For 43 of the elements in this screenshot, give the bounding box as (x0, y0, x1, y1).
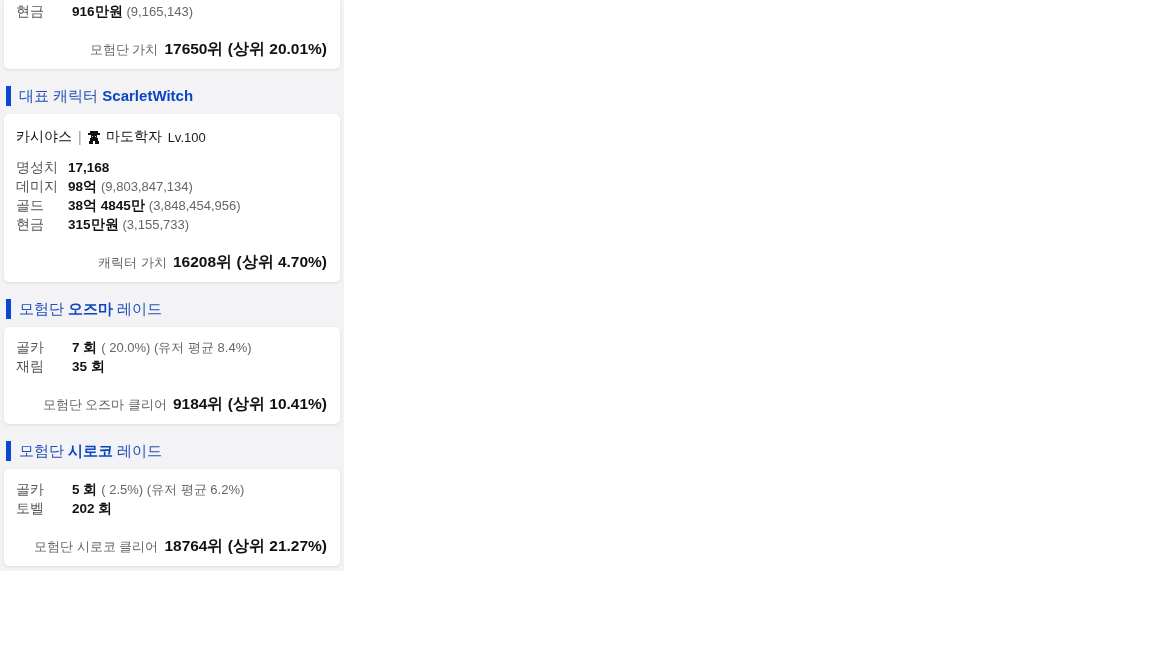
stat-value: 202 회 (72, 500, 113, 518)
section-title: 모험단 시로코 레이드 (19, 441, 163, 461)
stat-detail: ( 2.5%) (유저 평균 6.2%) (101, 481, 245, 499)
rank-value: 16208위 (상위 4.70%) (173, 252, 327, 272)
pixel-figure-icon (87, 130, 100, 144)
stat-value: 98억 (68, 178, 98, 196)
separator: | (78, 129, 82, 145)
class-name: 마도학자 (105, 128, 162, 146)
rank-label: 모험단 시로코 클리어 (34, 538, 159, 556)
stat-value: 38억 4845만 (68, 197, 145, 215)
title-marker-icon (6, 86, 11, 106)
stat-value: 35 회 (72, 358, 105, 376)
title-marker-icon (6, 441, 11, 461)
server-name: 카시야스 (16, 128, 72, 146)
stat-value: 17,168 (68, 159, 110, 177)
stat-label: 골카 (16, 481, 45, 499)
rank-value: 18764위 (상위 21.27%) (164, 536, 327, 556)
stat-label: 재림 (16, 358, 45, 376)
rank-label: 모험단 오즈마 클리어 (42, 396, 167, 414)
rank-value: 9184위 (상위 10.41%) (173, 394, 327, 414)
section-title: 모험단 오즈마 레이드 (19, 299, 163, 319)
stat-label: 현금 (16, 216, 45, 234)
stat-detail: ( 20.0%) (유저 평균 8.4%) (101, 339, 252, 357)
stat-value: 315만원 (68, 216, 119, 234)
stat-value: 7 회 (72, 339, 98, 357)
stat-detail: (9,165,143) (126, 3, 194, 21)
stat-detail: (3,848,454,956) (148, 197, 241, 215)
stat-label: 골드 (16, 197, 45, 215)
stat-label: 데미지 (16, 178, 59, 196)
stat-label: 현금 (16, 3, 45, 21)
rank-label: 캐릭터 가치 (98, 254, 167, 272)
stat-detail: (3,155,733) (122, 216, 190, 234)
stat-label: 골카 (16, 339, 45, 357)
rank-label: 모험단 가치 (89, 41, 159, 59)
stat-value: 5 회 (72, 481, 98, 499)
title-marker-icon (6, 299, 11, 319)
rank-value: 17650위 (상위 20.01%) (164, 39, 327, 59)
section-title: 대표 캐릭터 ScarletWitch (19, 86, 194, 106)
stat-label: 토벨 (16, 500, 45, 518)
stat-detail: (9,803,847,134) (101, 178, 193, 196)
stat-label: 명성치 (16, 159, 59, 177)
character-level: Lv.100 (167, 129, 206, 145)
stat-value: 916만원 (72, 3, 123, 21)
